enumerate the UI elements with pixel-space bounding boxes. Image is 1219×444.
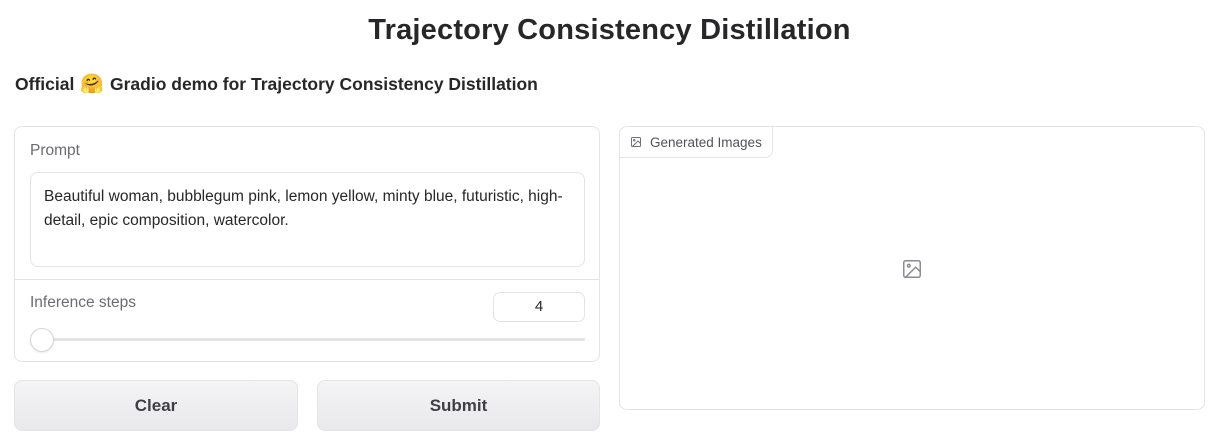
gallery-label-text: Generated Images <box>650 134 762 150</box>
subtitle-prefix: Official <box>15 74 75 94</box>
clear-button[interactable]: Clear <box>14 380 298 431</box>
hugging-face-emoji-icon: 🤗 <box>80 74 104 95</box>
page-title: Trajectory Consistency Distillation <box>368 14 851 46</box>
page-subtitle: Official 🤗 Gradio demo for Trajectory Co… <box>15 74 538 95</box>
prompt-block: Prompt Beautiful woman, bubblegum pink, … <box>15 127 599 280</box>
image-icon <box>630 136 642 148</box>
inference-steps-number-input[interactable]: 4 <box>493 292 585 322</box>
inference-steps-slider-thumb[interactable] <box>30 328 54 352</box>
submit-button[interactable]: Submit <box>317 380 600 431</box>
prompt-textarea[interactable]: Beautiful woman, bubblegum pink, lemon y… <box>30 172 585 267</box>
image-placeholder-icon <box>901 258 923 280</box>
app-page: Trajectory Consistency Distillation Offi… <box>0 0 1219 444</box>
inference-steps-slider-track[interactable] <box>31 338 585 341</box>
gallery-label: Generated Images <box>620 127 773 158</box>
subtitle-text: Gradio demo for Trajectory Consistency D… <box>110 74 538 94</box>
generated-images-gallery: Generated Images <box>619 126 1205 410</box>
input-panel: Prompt Beautiful woman, bubblegum pink, … <box>14 126 600 362</box>
inference-steps-label: Inference steps <box>30 294 136 311</box>
prompt-label: Prompt <box>30 142 80 159</box>
